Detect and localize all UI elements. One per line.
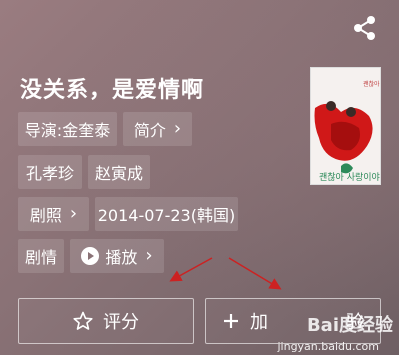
cast-chip-1[interactable]: 孔孝珍 [18,155,82,189]
plot-label: 剧情 [24,248,57,267]
release-date: 2014-07-23(韩国) [97,206,236,225]
cast-name: 赵寅成 [94,164,143,183]
rate-button[interactable]: 评分 [18,298,194,344]
add-button[interactable]: 加 验 [205,298,381,344]
plus-icon [222,312,240,330]
stills-button[interactable]: 剧照 › [18,197,89,231]
stills-label: 剧照 [29,206,62,225]
intro-label: 简介 [133,121,166,140]
play-label: 播放 [105,248,138,267]
add-label: 加 [250,312,268,333]
chevron-right-icon: › [145,245,153,266]
release-date-chip[interactable]: 2014-07-23(韩国) [95,197,238,231]
cast-name: 孔孝珍 [25,164,74,183]
movie-poster[interactable]: 괜찮아 괜찮아 사랑이야 [310,67,381,185]
plot-chip[interactable]: 剧情 [18,239,64,273]
rate-label: 评分 [103,312,139,333]
movie-title: 没关系，是爱情啊 [20,78,205,103]
play-button[interactable]: 播放 › [70,239,164,273]
share-icon[interactable] [351,14,379,42]
svg-text:괜찮아 사랑이야: 괜찮아 사랑이야 [319,171,380,183]
chevron-right-icon: › [69,203,78,224]
director-label: 导演:金奎泰 [24,121,111,140]
svg-text:괜찮아: 괜찮아 [363,80,380,88]
add-label-suffix: 验 [346,312,364,333]
chevron-right-icon: › [173,118,182,139]
director-chip[interactable]: 导演:金奎泰 [18,112,117,146]
play-circle-icon [81,247,100,265]
intro-button[interactable]: 简介 › [123,112,192,146]
cast-chip-2[interactable]: 赵寅成 [88,155,150,189]
star-outline-icon [73,311,93,331]
